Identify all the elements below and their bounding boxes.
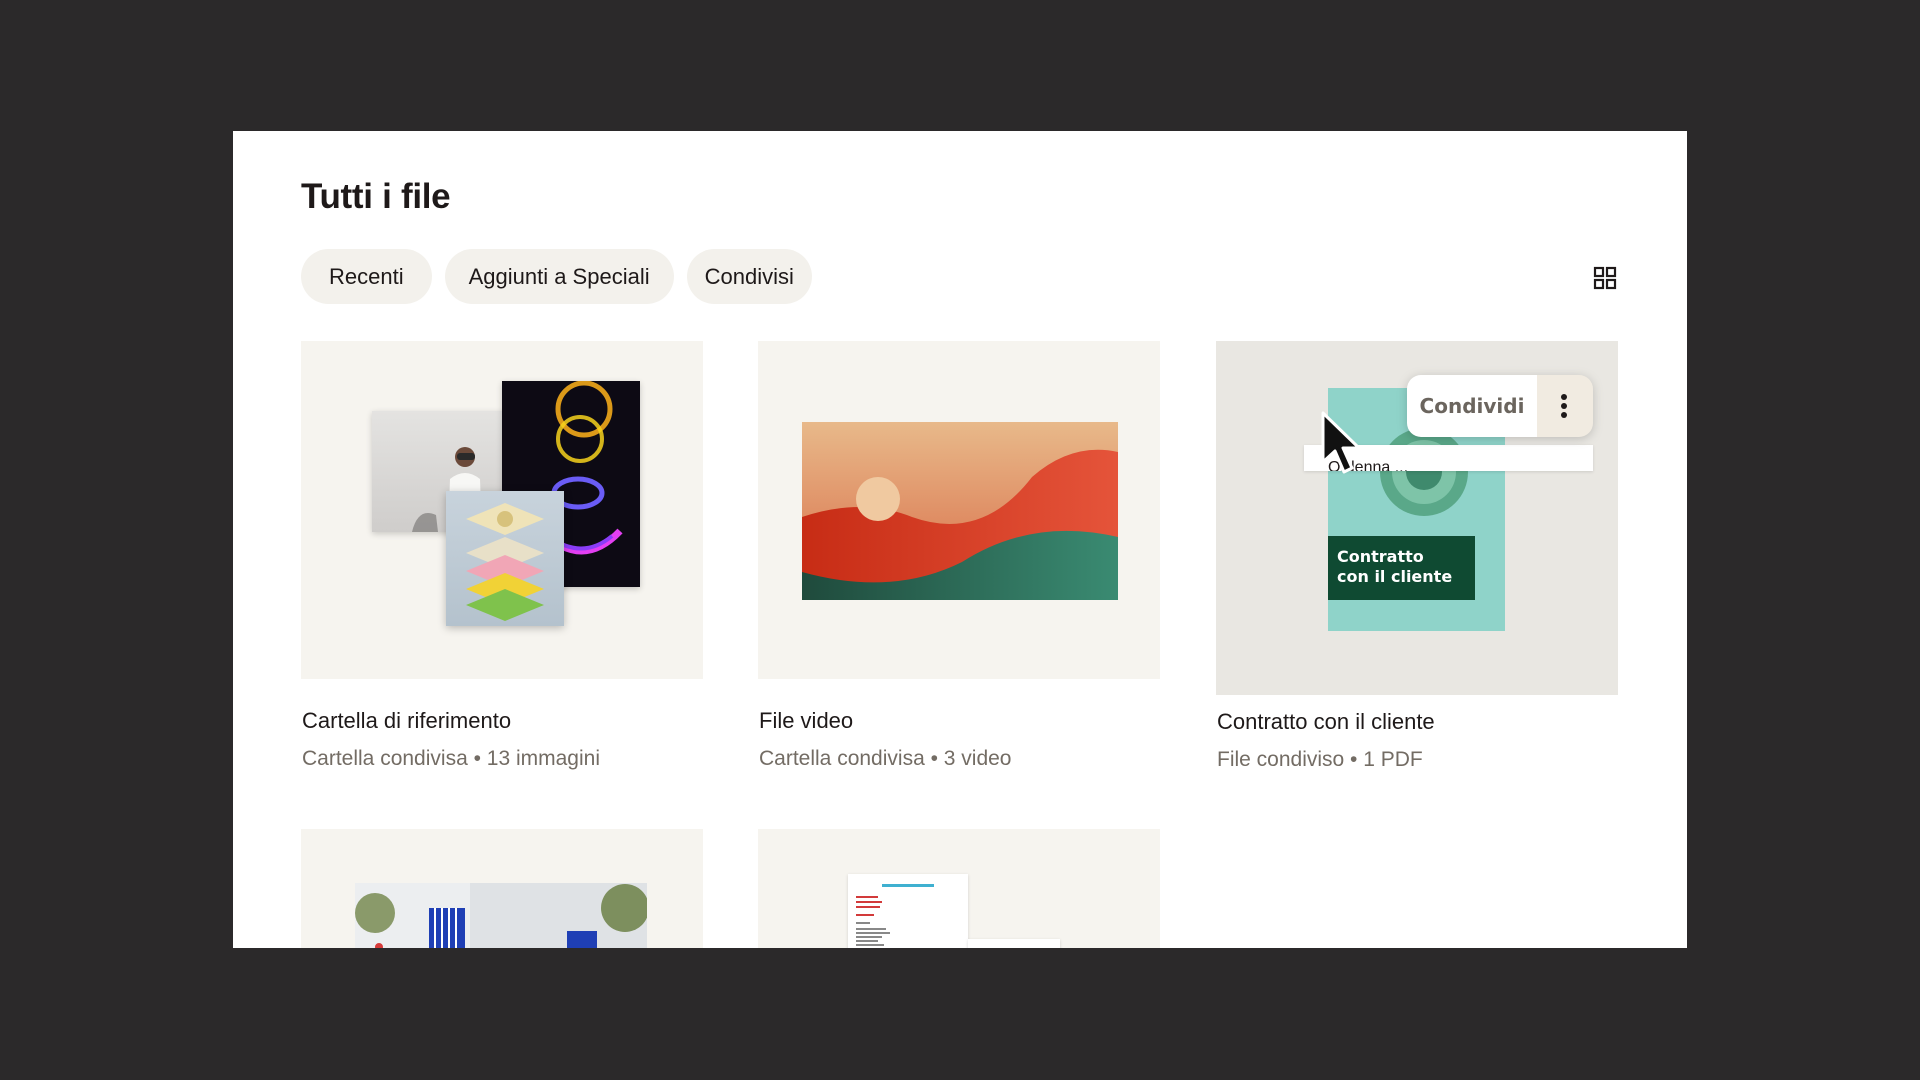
file-card-reference-folder[interactable]: Cartella di riferimento Cartella condivi… [301, 341, 703, 771]
file-card-client-contract[interactable]: Contratto con il cliente Ordenna ... Con… [1216, 341, 1618, 772]
letter-document-preview [848, 874, 968, 948]
card-title[interactable]: Contratto con il cliente [1216, 709, 1618, 735]
card-thumbnail[interactable]: Contratto con il cliente Ordenna ... Con… [1216, 341, 1618, 695]
filter-starred[interactable]: Aggiunti a Speciali [444, 249, 674, 304]
contract-label-line2: con il cliente [1337, 567, 1453, 586]
card-meta: File condiviso • 1 PDF [1217, 748, 1423, 771]
file-card-house-photo[interactable] [301, 829, 703, 948]
card-meta: Cartella condivisa • 13 immagini [302, 747, 600, 770]
share-button[interactable]: Condividi [1407, 375, 1537, 437]
share-popover: Condividi [1407, 375, 1595, 437]
file-card-letter-document[interactable] [758, 829, 1160, 948]
more-vertical-icon[interactable] [1537, 375, 1593, 437]
card-title[interactable]: Cartella di riferimento [301, 708, 703, 734]
page-title: Tutti i file [301, 177, 451, 216]
layered-blocks-image [446, 491, 564, 626]
second-document-preview [968, 939, 1060, 948]
card-meta: Cartella condivisa • 3 video [759, 747, 1012, 770]
contract-cover-label: Contratto con il cliente [1328, 536, 1475, 600]
abstract-wave-image [802, 422, 1118, 600]
card-thumbnail[interactable] [301, 829, 703, 948]
files-panel: Tutti i file Recenti Aggiunti a Speciali… [233, 131, 1687, 948]
filter-shared[interactable]: Condivisi [686, 249, 812, 304]
file-card-video-files[interactable]: File video Cartella condivisa • 3 video [758, 341, 1160, 771]
filter-chips: Recenti Aggiunti a Speciali Condivisi [301, 249, 812, 304]
filter-recent[interactable]: Recenti [301, 249, 432, 304]
card-thumbnail[interactable] [758, 341, 1160, 679]
card-title[interactable]: File video [758, 708, 1160, 734]
white-house-photo [355, 883, 649, 948]
card-thumbnail[interactable] [758, 829, 1160, 948]
mouse-pointer-icon [1321, 411, 1361, 474]
contract-label-line1: Contratto [1337, 547, 1424, 566]
grid-view-icon[interactable] [1593, 266, 1617, 290]
card-thumbnail[interactable] [301, 341, 703, 679]
